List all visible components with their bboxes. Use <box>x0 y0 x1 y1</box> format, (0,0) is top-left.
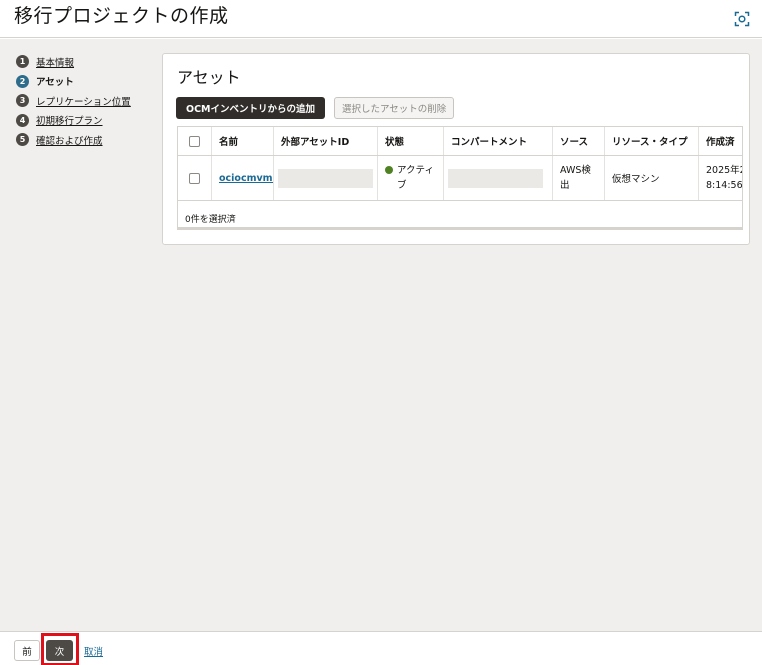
asset-name-link[interactable]: ociocmvm1 <box>219 173 273 184</box>
selected-count: 0件を選択済 <box>185 215 236 225</box>
step-basic-info[interactable]: 1 基本情報 <box>16 52 131 72</box>
row-checkbox[interactable] <box>189 172 200 184</box>
step-number: 1 <box>16 55 29 69</box>
column-header-resource-type[interactable]: リソース・タイプ <box>605 127 699 155</box>
step-label: アセット <box>36 77 74 89</box>
wizard-steps: 1 基本情報 2 アセット 3 レプリケーション位置 4 初期移行プラン 5 確… <box>16 52 131 150</box>
status-text: アクティブ <box>397 165 434 191</box>
wizard-footer: 前 次 取消 <box>0 631 762 665</box>
column-header-source[interactable]: ソース <box>553 127 605 155</box>
redacted-external-id <box>278 168 373 188</box>
step-initial-plan[interactable]: 4 初期移行プラン <box>16 111 131 131</box>
column-header-status[interactable]: 状態 <box>378 127 444 155</box>
horizontal-scrollbar[interactable] <box>178 227 742 229</box>
cancel-link[interactable]: 取消 <box>84 644 103 658</box>
assets-title: アセット <box>177 68 241 87</box>
select-all-cell <box>178 127 212 155</box>
step-label: 確認および作成 <box>36 135 103 147</box>
step-number: 4 <box>16 113 29 127</box>
table-row: ociocmvm1 アクティブ AWS検出 仮想マシン 2025年2 8:14:… <box>178 156 743 201</box>
column-header-external-id[interactable]: 外部アセットID <box>274 127 378 155</box>
status-active-dot-icon <box>385 166 393 174</box>
row-select-cell <box>178 156 212 200</box>
previous-button[interactable]: 前 <box>14 640 40 661</box>
compartment-cell <box>444 156 553 200</box>
assets-table: 名前 外部アセットID 状態 コンパートメント ソース リソース・タイプ 作成済… <box>177 126 743 230</box>
status-cell: アクティブ <box>378 156 444 200</box>
created-cell: 2025年2 8:14:56 <box>699 156 743 200</box>
help-button[interactable] <box>731 8 753 30</box>
remove-selected-button[interactable]: 選択したアセットの削除 <box>334 97 455 119</box>
table-header-row: 名前 外部アセットID 状態 コンパートメント ソース リソース・タイプ 作成済 <box>178 127 742 156</box>
status-badge: アクティブ <box>385 163 441 193</box>
page-title: 移行プロジェクトの作成 <box>14 5 229 27</box>
redacted-compartment <box>448 168 543 188</box>
step-label: 初期移行プラン <box>36 116 103 128</box>
step-replication-location[interactable]: 3 レプリケーション位置 <box>16 91 131 111</box>
step-label: レプリケーション位置 <box>36 96 131 108</box>
created-date: 2025年2 <box>706 165 743 176</box>
step-number: 5 <box>16 133 29 147</box>
step-number: 3 <box>16 94 29 108</box>
select-all-checkbox[interactable] <box>189 135 200 147</box>
resource-type-cell: 仮想マシン <box>605 156 699 200</box>
created-time: 8:14:56 <box>706 180 743 191</box>
focus-scan-icon <box>734 11 750 27</box>
external-id-cell <box>274 156 378 200</box>
asset-name-cell: ociocmvm1 <box>212 156 274 200</box>
source-text: AWS検出 <box>560 165 591 191</box>
step-review-create[interactable]: 5 確認および作成 <box>16 130 131 150</box>
column-header-created[interactable]: 作成済 <box>699 127 742 155</box>
step-assets[interactable]: 2 アセット <box>16 72 131 92</box>
next-button[interactable]: 次 <box>46 640 73 661</box>
column-header-name[interactable]: 名前 <box>212 127 274 155</box>
assets-card: アセット OCMインベントリからの追加 選択したアセットの削除 名前 外部アセッ… <box>162 53 750 245</box>
column-header-compartment[interactable]: コンパートメント <box>444 127 553 155</box>
step-label: 基本情報 <box>36 57 75 69</box>
add-from-inventory-button[interactable]: OCMインベントリからの追加 <box>176 97 326 119</box>
page-header: 移行プロジェクトの作成 <box>0 0 762 38</box>
step-number: 2 <box>16 74 29 88</box>
source-cell: AWS検出 <box>553 156 605 200</box>
